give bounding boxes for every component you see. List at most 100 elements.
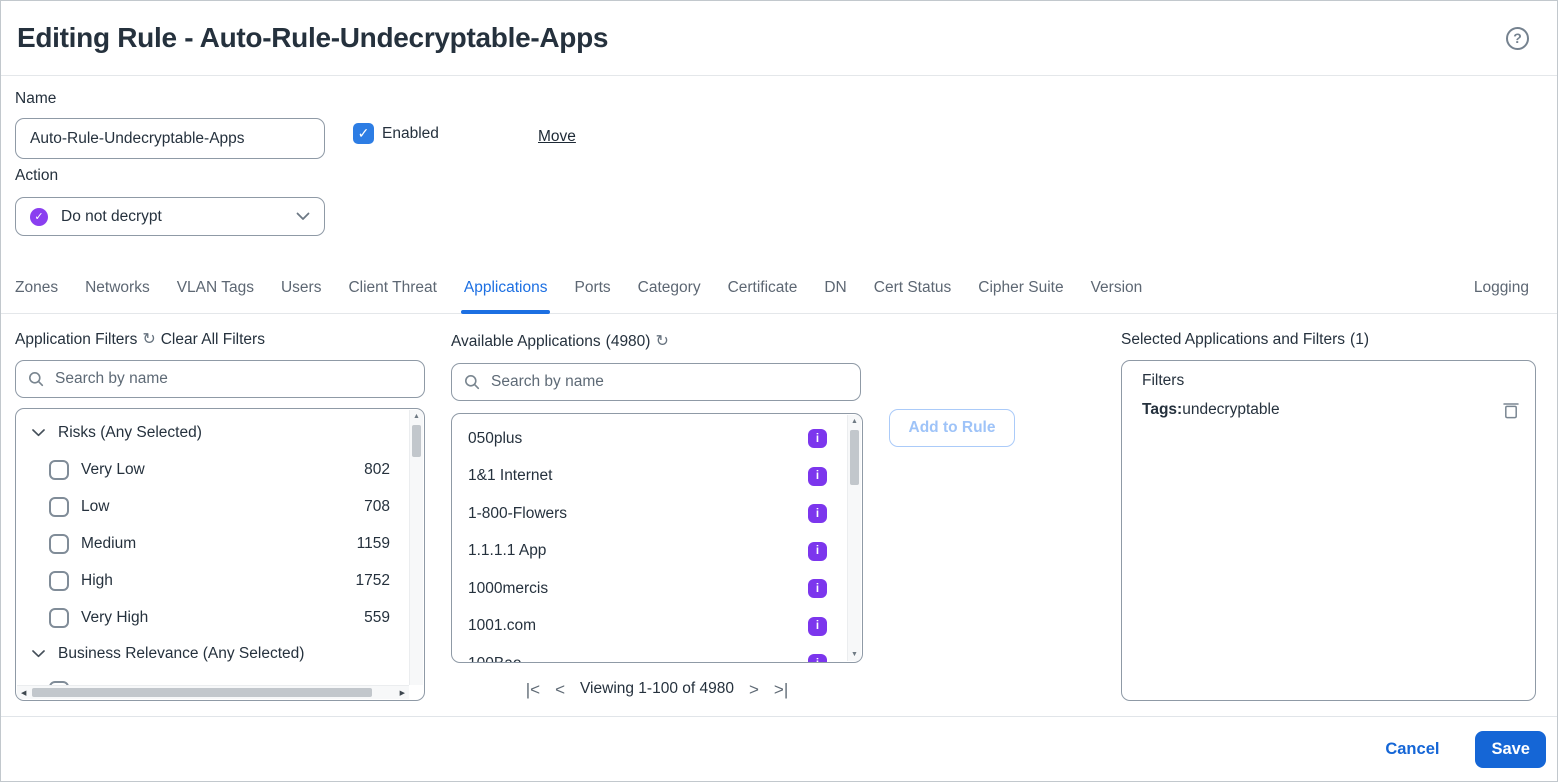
tab-certificate[interactable]: Certificate (728, 263, 798, 313)
page-title: Editing Rule - Auto-Rule-Undecryptable-A… (17, 22, 608, 54)
application-list-item[interactable]: 1001.com i (452, 608, 847, 646)
chevron-down-icon (32, 650, 45, 658)
tab-networks[interactable]: Networks (85, 263, 150, 313)
selected-panel-header: Selected Applications and Filters (1) (1121, 331, 1369, 349)
scroll-left-icon[interactable]: ◀ (21, 689, 26, 697)
filter-list: Risks (Any Selected) Very Low 802 Low 70… (15, 408, 425, 701)
tab-applications[interactable]: Applications (464, 263, 548, 313)
available-search-input[interactable] (489, 372, 848, 392)
next-page-button[interactable]: > (749, 681, 759, 698)
tab-ports[interactable]: Ports (574, 263, 610, 313)
count-badge: 1752 (356, 572, 390, 590)
application-list-item[interactable]: 050plus i (452, 420, 847, 458)
tab-client-threat[interactable]: Client Threat (348, 263, 436, 313)
selected-filters-group-label: Filters (1122, 361, 1535, 390)
search-icon (464, 374, 480, 390)
application-list-item[interactable]: 1&1 Internet i (452, 458, 847, 496)
move-link[interactable]: Move (538, 128, 576, 146)
checkbox[interactable] (49, 571, 69, 591)
application-list-item[interactable]: 1000mercis i (452, 570, 847, 608)
tab-cipher-suite[interactable]: Cipher Suite (978, 263, 1063, 313)
checkbox[interactable] (49, 534, 69, 554)
previous-page-button[interactable]: < (555, 681, 565, 698)
checkbox[interactable] (49, 608, 69, 628)
scrollbar-thumb[interactable] (32, 688, 372, 697)
enabled-label: Enabled (382, 125, 439, 143)
count-badge: 802 (364, 461, 390, 479)
save-button[interactable]: Save (1475, 731, 1546, 768)
action-dropdown[interactable]: ✓ Do not decrypt (15, 197, 325, 236)
application-list-item[interactable]: 1-800-Flowers i (452, 495, 847, 533)
refresh-icon[interactable]: ↻ (142, 332, 155, 348)
tab-vlan-tags[interactable]: VLAN Tags (177, 263, 254, 313)
tab-cert-status[interactable]: Cert Status (874, 263, 952, 313)
tab-dn[interactable]: DN (824, 263, 846, 313)
selected-filter-item: Tags: undecryptable (1122, 390, 1535, 419)
count-badge: 559 (364, 609, 390, 627)
horizontal-scrollbar: ◀ ▶ (17, 685, 409, 699)
rule-form: Name ✓ Enabled Move Action ✓ Do not decr… (1, 76, 1557, 263)
application-list-item[interactable]: 1.1.1.1 App i (452, 533, 847, 571)
selected-items-list: Filters Tags: undecryptable (1121, 360, 1536, 701)
vertical-scrollbar: ▲ (409, 410, 423, 685)
tab-logging[interactable]: Logging (1474, 263, 1529, 313)
checkbox[interactable] (49, 497, 69, 517)
info-icon[interactable]: i (808, 504, 827, 523)
info-icon[interactable]: i (808, 429, 827, 448)
filter-option-partial[interactable] (16, 672, 409, 685)
checkbox[interactable] (49, 460, 69, 480)
info-icon[interactable]: i (808, 617, 827, 636)
scroll-up-icon[interactable]: ▲ (848, 418, 861, 425)
filter-option-low[interactable]: Low 708 (16, 488, 409, 525)
filters-search-input[interactable] (53, 369, 412, 389)
info-icon[interactable]: i (808, 579, 827, 598)
add-to-rule-button[interactable]: Add to Rule (889, 409, 1015, 447)
enabled-checkbox[interactable]: ✓ (353, 123, 374, 144)
risks-group-header[interactable]: Risks (Any Selected) (16, 415, 409, 451)
filter-option-very-low[interactable]: Very Low 802 (16, 451, 409, 488)
scrollbar-thumb[interactable] (412, 425, 421, 457)
info-icon[interactable]: i (808, 467, 827, 486)
info-icon[interactable]: i (808, 654, 827, 662)
tab-zones[interactable]: Zones (15, 263, 58, 313)
tab-users[interactable]: Users (281, 263, 321, 313)
count-badge: 1159 (357, 535, 390, 553)
condition-tabs: Zones Networks VLAN Tags Users Client Th… (1, 263, 1557, 314)
scrollbar-thumb[interactable] (850, 430, 859, 485)
filters-panel-header: Application Filters ↻ Clear All Filters (15, 331, 265, 349)
scroll-up-icon[interactable]: ▲ (410, 413, 423, 420)
filter-option-high[interactable]: High 1752 (16, 562, 409, 599)
tab-version[interactable]: Version (1091, 263, 1143, 313)
last-page-button[interactable]: >| (774, 681, 788, 698)
selected-count: (1) (1350, 331, 1369, 349)
name-input[interactable] (15, 118, 325, 159)
action-label: Action (15, 167, 58, 185)
check-icon: ✓ (358, 125, 370, 142)
business-relevance-group-header[interactable]: Business Relevance (Any Selected) (16, 636, 409, 672)
scroll-down-icon[interactable]: ▼ (848, 651, 861, 658)
tab-category[interactable]: Category (638, 263, 701, 313)
info-icon[interactable]: i (808, 542, 827, 561)
trash-icon[interactable] (1503, 401, 1519, 419)
dialog-footer: Cancel Save (1, 716, 1557, 781)
action-value: Do not decrypt (61, 208, 162, 226)
selected-panel-title: Selected Applications and Filters (1121, 331, 1345, 349)
clear-all-filters-link[interactable]: Clear All Filters (161, 331, 265, 349)
application-list-item[interactable]: 100Bao i (452, 645, 847, 662)
name-label: Name (15, 90, 56, 108)
help-icon[interactable]: ? (1506, 27, 1529, 50)
available-panel-title: Available Applications (451, 333, 601, 351)
vertical-scrollbar: ▲ ▼ (847, 415, 861, 661)
available-count: (4980) (606, 333, 651, 351)
filter-option-very-high[interactable]: Very High 559 (16, 599, 409, 636)
pagination: |< < Viewing 1-100 of 4980 > >| (451, 672, 863, 706)
scroll-right-icon[interactable]: ▶ (400, 689, 405, 697)
chevron-down-icon (296, 212, 310, 221)
filter-option-medium[interactable]: Medium 1159 (16, 525, 409, 562)
refresh-icon[interactable]: ↻ (655, 334, 668, 350)
cancel-button[interactable]: Cancel (1385, 740, 1439, 759)
available-search-box (451, 363, 861, 401)
edit-rule-dialog: Editing Rule - Auto-Rule-Undecryptable-A… (0, 0, 1558, 782)
filter-value: undecryptable (1182, 401, 1279, 419)
first-page-button[interactable]: |< (526, 681, 540, 698)
